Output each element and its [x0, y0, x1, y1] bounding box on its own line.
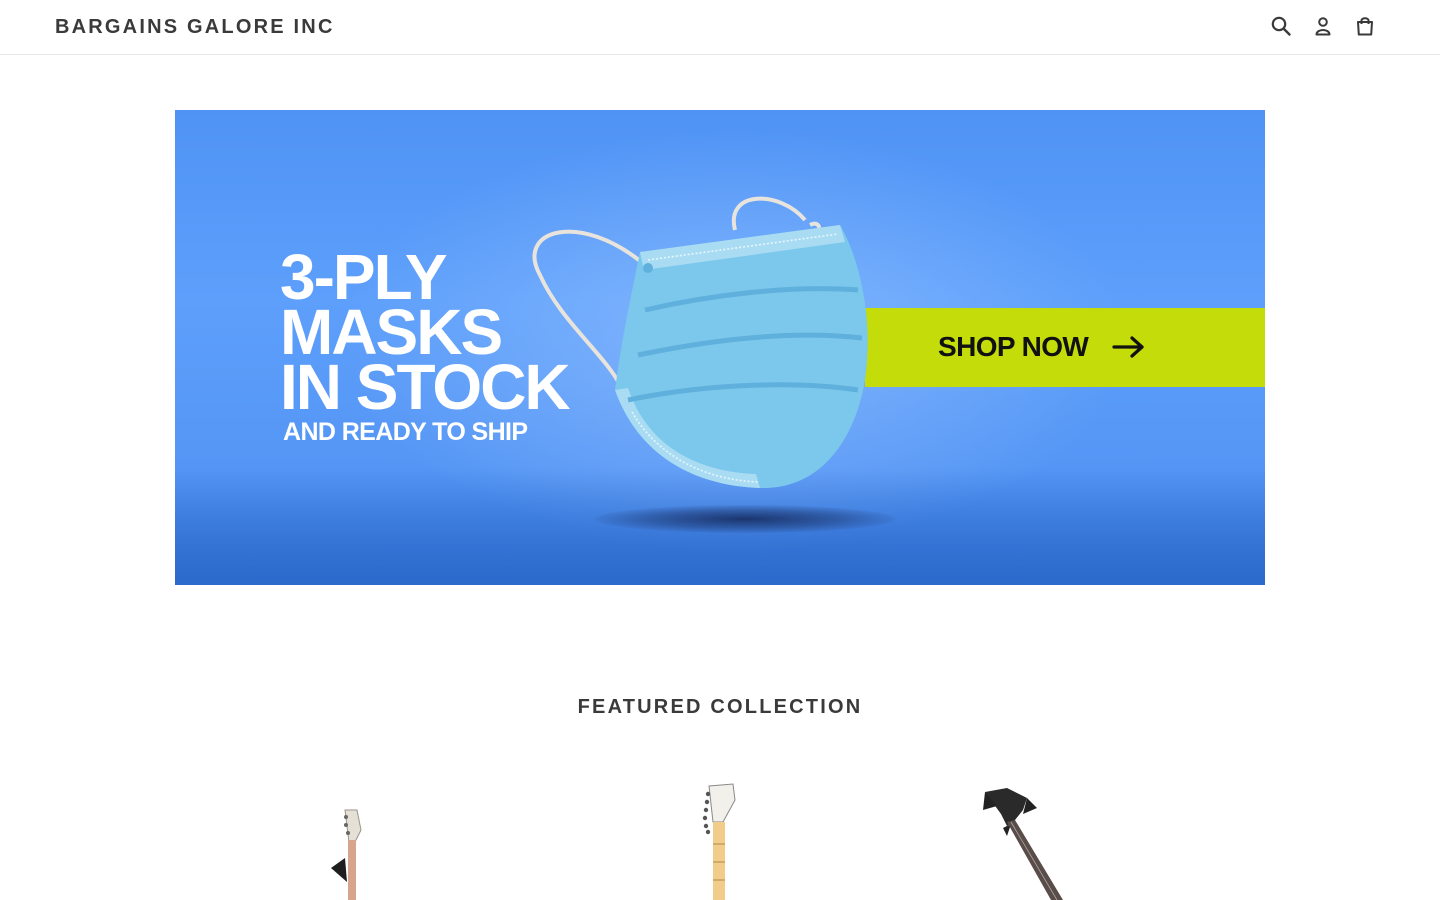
site-header: BARGAINS GALORE INC [0, 0, 1440, 55]
account-icon[interactable] [1312, 15, 1334, 37]
mask-shadow [595, 505, 895, 533]
product-card[interactable] [575, 770, 865, 900]
guitar-image-light-wood [331, 809, 362, 900]
header-icons [1270, 15, 1376, 37]
product-card[interactable] [205, 770, 495, 900]
shop-now-button[interactable]: SHOP NOW [865, 308, 1265, 387]
shop-now-label: SHOP NOW [938, 331, 1089, 362]
hero-banner[interactable]: 3-PLY MASKS IN STOCK AND READY TO SHIP S… [175, 110, 1265, 585]
guitar-image-maple [702, 783, 736, 900]
product-card[interactable] [945, 770, 1235, 900]
bass-guitar-image-black [983, 788, 1063, 900]
search-icon[interactable] [1270, 15, 1292, 37]
arrow-right-icon [1112, 336, 1144, 358]
face-mask-image [532, 196, 868, 489]
store-logo[interactable]: BARGAINS GALORE INC [55, 16, 335, 39]
cart-icon[interactable] [1354, 15, 1376, 37]
featured-collection-title: FEATURED COLLECTION [577, 696, 863, 718]
